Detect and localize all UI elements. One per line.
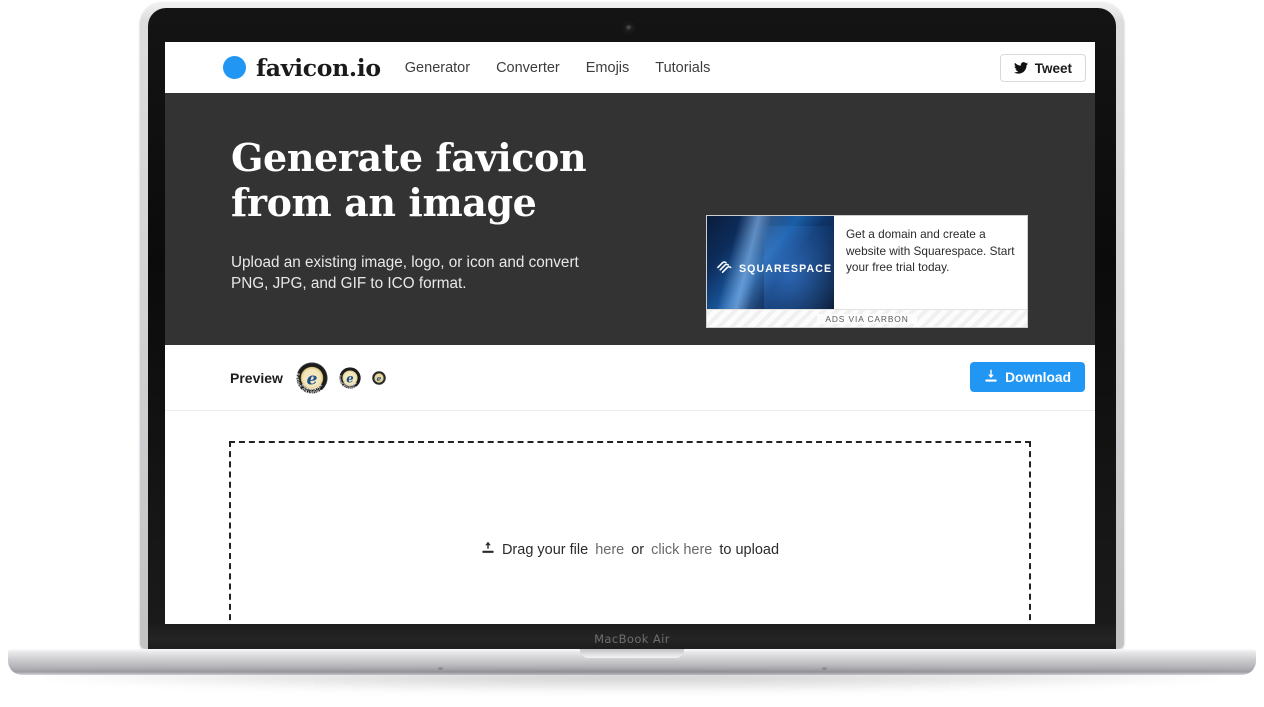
- page-subtitle: Upload an existing image, logo, or icon …: [231, 252, 631, 294]
- preview-icon-small: e: [372, 371, 386, 385]
- favicon-dot-icon: [223, 56, 246, 79]
- preview-label: Preview: [230, 370, 283, 386]
- carbon-ad-image: SQUARESPACE: [707, 216, 834, 309]
- page-subtitle-line2: PNG, JPG, and GIF to ICO format.: [231, 275, 466, 292]
- download-button-label: Download: [1005, 370, 1071, 385]
- squarespace-mark-icon: [716, 259, 733, 279]
- page-title: Generate favicon from an image: [231, 135, 651, 225]
- carbon-ad-footer[interactable]: ADS VIA CARBON: [707, 309, 1027, 327]
- brand-name: favicon.io: [256, 54, 381, 82]
- site-header: favicon.io Generator Converter Emojis Tu…: [165, 42, 1095, 93]
- main-nav: Generator Converter Emojis Tutorials: [405, 60, 711, 76]
- carbon-ad-footer-label: ADS VIA CARBON: [817, 314, 916, 324]
- laptop-base-notch: [580, 649, 684, 658]
- download-button[interactable]: Download: [970, 362, 1085, 392]
- laptop-shadow: [40, 672, 1224, 692]
- webcam-icon: [626, 25, 632, 31]
- dropzone-text-prefix: Drag your file: [502, 542, 588, 558]
- squarespace-wordmark: SQUARESPACE: [739, 263, 832, 275]
- upload-area-wrapper: Drag your file here or click here to upl…: [165, 411, 1095, 624]
- dropzone-prompt[interactable]: Drag your file here or click here to upl…: [231, 541, 1029, 559]
- svg-text:e: e: [346, 371, 353, 385]
- nav-item-converter[interactable]: Converter: [496, 60, 560, 76]
- carbon-ad-text: Get a domain and create a website with S…: [834, 216, 1027, 309]
- dropzone-text-suffix: to upload: [719, 542, 779, 558]
- nav-item-generator[interactable]: Generator: [405, 60, 470, 76]
- download-icon: [984, 369, 998, 386]
- tweet-button[interactable]: Tweet: [1000, 54, 1086, 82]
- laptop-foot-right: [822, 667, 827, 670]
- page-subtitle-line1: Upload an existing image, logo, or icon …: [231, 254, 579, 271]
- page-title-line2: from an image: [231, 180, 536, 225]
- svg-text:e: e: [377, 373, 382, 382]
- tweet-button-label: Tweet: [1035, 61, 1072, 76]
- nav-item-tutorials[interactable]: Tutorials: [655, 60, 710, 76]
- preview-bar: Preview e TRUSTED SHOPS: [165, 345, 1095, 411]
- squarespace-logo: SQUARESPACE: [716, 259, 832, 279]
- twitter-bird-icon: [1014, 62, 1028, 74]
- upload-icon: [481, 541, 495, 559]
- browser-viewport: favicon.io Generator Converter Emojis Tu…: [165, 42, 1095, 624]
- carbon-ad[interactable]: SQUARESPACE Get a domain and create a we…: [706, 215, 1028, 328]
- svg-text:e: e: [307, 369, 318, 389]
- laptop-foot-left: [438, 667, 443, 670]
- preview-icon-medium: e TRUSTED SHOPS GUARANTEE: [339, 367, 361, 389]
- nav-item-emojis[interactable]: Emojis: [586, 60, 630, 76]
- hero-section: Generate favicon from an image Upload an…: [165, 93, 1095, 345]
- page-title-line1: Generate favicon: [231, 135, 586, 180]
- dropzone-link-click-here[interactable]: click here: [651, 542, 712, 558]
- carbon-ad-body: SQUARESPACE Get a domain and create a we…: [707, 216, 1027, 309]
- preview-icon-large: e TRUSTED SHOPS GUARANTEE: [296, 362, 328, 394]
- laptop-mockup: favicon.io Generator Converter Emojis Tu…: [0, 0, 1264, 707]
- dropzone-link-here[interactable]: here: [595, 542, 624, 558]
- brand-logo[interactable]: favicon.io: [223, 54, 381, 82]
- dropzone-text-middle: or: [631, 542, 644, 558]
- preview-icon-list: e TRUSTED SHOPS GUARANTEE: [296, 362, 386, 394]
- file-dropzone[interactable]: Drag your file here or click here to upl…: [229, 441, 1031, 624]
